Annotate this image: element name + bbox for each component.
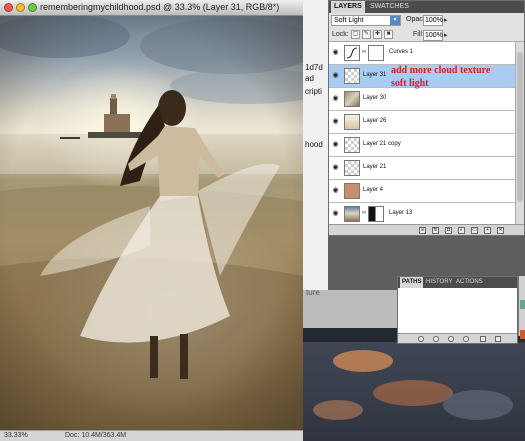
document-window[interactable]: rememberingmychildhood.psd @ 33.3% (Laye… [0,0,303,441]
vignette-overlay [0,16,303,430]
opacity-field[interactable]: 100% [423,15,443,26]
zoom-level[interactable]: 33.33% [4,432,28,439]
curves-icon [346,47,358,59]
eye-icon[interactable]: ◉ [331,118,340,125]
dropdown-arrow-icon[interactable]: ▾ [390,16,400,25]
blend-mode-value: Soft Light [334,17,364,24]
document-status-bar: 33.33% Doc: 10.4M/363.4M [0,430,303,441]
opacity-slider-arrow-icon[interactable]: ▸ [444,16,448,24]
paths-list[interactable] [398,288,517,333]
fill-slider-arrow-icon[interactable]: ▸ [444,31,448,39]
scroll-thumb[interactable] [517,52,523,202]
chain-link-icon[interactable]: ∞ [362,210,366,216]
layer-row[interactable]: ◉ Layer 30 [329,88,515,111]
tab-actions[interactable]: ACTIONS [454,277,485,288]
tab-swatches[interactable]: SWATCHES [367,1,412,13]
delete-layer-icon[interactable]: ✕ [497,227,504,234]
document-title: rememberingmychildhood.psd @ 33.3% (Laye… [40,2,280,12]
lock-row: Lock: ▢ ✎ ✚ ■ Fill: 100% ▸ [329,28,524,42]
lock-label: Lock: [332,31,349,38]
layer-thumbnail[interactable] [344,160,360,176]
new-layer-icon[interactable]: + [484,227,491,234]
layer-name: Layer 13 [389,210,413,216]
path-to-selection-icon[interactable] [448,336,454,342]
layers-panel-tabs: LAYERS SWATCHES [329,1,524,13]
canvas-image[interactable] [0,16,303,430]
layer-thumbnail[interactable] [344,45,360,61]
layer-thumbnail[interactable] [344,183,360,199]
background-text-fragment: ture [306,288,320,297]
chain-link-icon[interactable]: ∞ [362,49,366,55]
new-group-icon[interactable]: ▭ [471,227,478,234]
layer-name: Curves 1 [389,49,414,55]
layer-mask-thumbnail[interactable] [368,206,384,222]
layer-row[interactable]: ◉ Layer 21 [329,157,515,180]
layer-name: Layer 26 [363,118,387,124]
lock-position-icon[interactable]: ✚ [373,30,382,39]
annotation-line-2: soft light [391,78,429,89]
annotation-line-1: add more cloud texture [391,65,491,76]
color-swatch[interactable] [520,300,525,309]
layer-thumbnail[interactable] [344,68,360,84]
layer-thumbnail[interactable] [344,114,360,130]
tab-paths[interactable]: PATHS [400,277,424,288]
eye-icon[interactable]: ◉ [331,49,340,56]
delete-path-icon[interactable] [495,336,501,342]
document-title-bar[interactable]: rememberingmychildhood.psd @ 33.3% (Laye… [0,0,303,16]
layer-row[interactable]: ◉ Layer 4 [329,180,515,203]
layer-mask-thumbnail[interactable] [368,45,384,61]
background-text-fragment: hood [305,140,323,149]
paths-panel[interactable]: PATHS HISTORY ACTIONS [397,276,518,344]
background-text-fragment: ad [305,74,314,83]
close-window-icon[interactable] [4,3,13,12]
layer-list-scrollbar[interactable] [515,42,524,224]
add-mask-icon[interactable]: ◘ [445,227,452,234]
eye-icon[interactable]: ◉ [331,141,340,148]
background-text-fragment: 1d7d [305,63,323,72]
layers-panel-footer: ∞ fx ◘ ◐ ▭ + ✕ [329,224,524,235]
new-path-icon[interactable] [480,336,486,342]
layer-row[interactable]: ◉ ∞ Layer 13 [329,203,515,224]
layer-row[interactable]: ◉ Layer 26 [329,111,515,134]
eye-icon[interactable]: ◉ [331,210,340,217]
fill-field[interactable]: 100% [423,30,443,41]
fill-path-icon[interactable] [418,336,424,342]
layer-thumbnail[interactable] [344,137,360,153]
layer-name: Layer 21 [363,164,387,170]
paths-panel-footer [398,333,517,343]
minimize-window-icon[interactable] [16,3,25,12]
layers-panel[interactable]: LAYERS SWATCHES Soft Light ▾ Opacity: 10… [328,0,525,236]
lock-transparency-icon[interactable]: ▢ [351,30,360,39]
lock-image-icon[interactable]: ✎ [362,30,371,39]
layer-name: Layer 31 [363,72,387,78]
adjustment-layer-icon[interactable]: ◐ [458,227,465,234]
eye-icon[interactable]: ◉ [331,187,340,194]
blend-row: Soft Light ▾ Opacity: 100% ▸ [329,13,524,28]
layer-row[interactable]: ◉ Layer 21 copy [329,134,515,157]
eye-icon[interactable]: ◉ [331,95,340,102]
paths-panel-tabs: PATHS HISTORY ACTIONS [398,277,517,288]
eye-icon[interactable]: ◉ [331,72,340,79]
layer-thumbnail[interactable] [344,91,360,107]
zoom-window-icon[interactable] [28,3,37,12]
document-size[interactable]: Doc: 10.4M/363.4M [65,432,126,439]
color-swatch[interactable] [520,330,525,339]
layer-name: Layer 21 copy [363,141,401,147]
tab-layers[interactable]: LAYERS [331,1,365,13]
stroke-path-icon[interactable] [433,336,439,342]
eye-icon[interactable]: ◉ [331,164,340,171]
selection-to-path-icon[interactable] [463,336,469,342]
layer-thumbnail[interactable] [344,206,360,222]
link-layers-icon[interactable]: ∞ [419,227,426,234]
lock-icon[interactable]: ■ [384,30,393,39]
layer-name: Layer 30 [363,95,387,101]
layer-name: Layer 4 [363,187,384,193]
tab-history[interactable]: HISTORY [424,277,454,288]
layer-style-icon[interactable]: fx [432,227,439,234]
layer-row[interactable]: ◉ ∞ Curves 1 [329,42,515,65]
background-text-fragment: cripti [305,87,322,96]
blend-mode-select[interactable]: Soft Light ▾ [331,15,401,26]
